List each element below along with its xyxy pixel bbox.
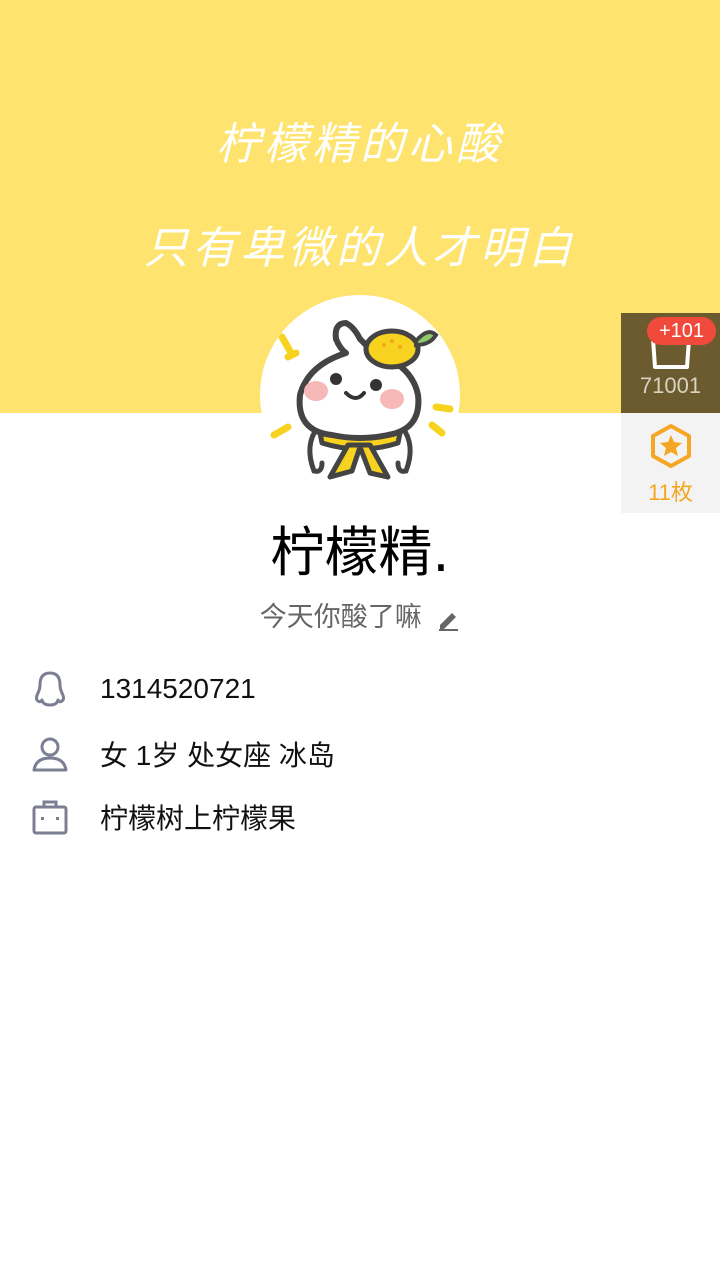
coin-badge: +101 [647,317,717,345]
company-row[interactable]: 柠檬树上柠檬果 [30,792,690,842]
lemon-character-avatar [270,320,454,480]
personal-details: 女 1岁 处女座 冰岛 [100,740,335,771]
company: 柠檬树上柠檬果 [100,803,297,834]
signature-text: 今天你酸了嘛 [259,602,422,633]
signature-row[interactable]: 今天你酸了嘛 [0,595,720,634]
qq-number-row[interactable]: 1314520721 [30,664,690,714]
coin-button[interactable]: +101 71001 [621,313,720,413]
side-panel: +101 71001 11枚 [621,313,720,513]
penguin-icon [35,671,65,707]
briefcase-icon [32,800,68,835]
avatar[interactable] [260,295,460,495]
cover-text-line-1: 柠檬精的心酸 [216,119,504,170]
nickname: 柠檬精. [270,521,450,584]
coin-count: 71001 [639,373,702,398]
cover-text-line-2: 只有卑微的人才明白 [144,223,576,274]
qq-number: 1314520721 [100,673,256,704]
edit-pencil-icon[interactable] [436,607,460,631]
star-medal-icon [651,424,691,468]
person-icon [32,737,68,772]
personal-details-row[interactable]: 女 1岁 处女座 冰岛 [30,729,690,779]
medal-count: 11枚 [648,480,693,505]
medal-button[interactable]: 11枚 [621,413,720,513]
